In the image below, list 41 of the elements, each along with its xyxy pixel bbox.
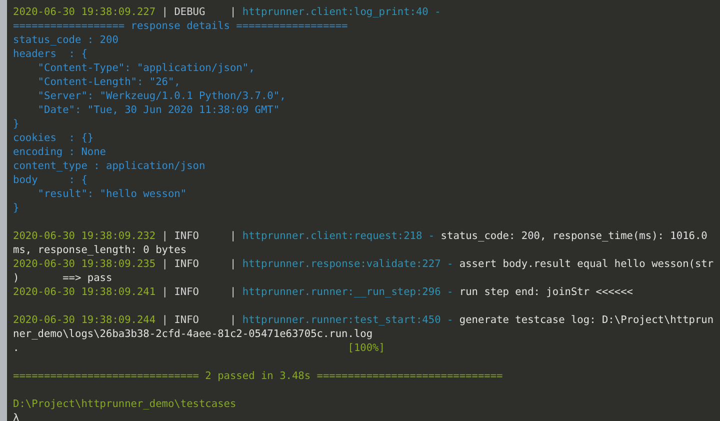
response-detail-line: ================== response details ================== — [13, 20, 348, 32]
response-detail-line: } — [13, 202, 20, 214]
log-message: assert body.result equal hello wesson(str — [459, 258, 714, 270]
output-line: ner_demo\logs\26ba3b38-2cfd-4aee-81c2-05471e63705c.run.log — [13, 328, 373, 340]
response-detail-line: status_code : 200 — [13, 34, 118, 46]
log-source: httprunner.response:validate:227 - — [242, 258, 454, 270]
progress-dot: . — [13, 342, 20, 354]
output-line: ms, response_length: 0 bytes — [13, 244, 187, 256]
log-level: | INFO | — [162, 314, 236, 326]
log-timestamp: 2020-06-30 19:38:09.235 — [13, 258, 156, 270]
response-detail-line: "Server": "Werkzeug/1.0.1 Python/3.7.0", — [36, 90, 286, 102]
log-timestamp: 2020-06-30 19:38:09.232 — [13, 230, 156, 242]
response-detail-line: "Date": "Tue, 30 Jun 2020 11:38:09 GMT" — [36, 104, 280, 116]
response-detail-line: } — [13, 118, 20, 130]
summary-line: D:\Project\httprunner_demo\testcases — [13, 398, 236, 410]
output-line: λ — [13, 412, 20, 421]
log-timestamp: 2020-06-30 19:38:09.227 — [13, 6, 156, 18]
log-message: run step end: joinStr <<<<<< — [459, 286, 633, 298]
summary-line: ============================== 2 passed in 3.48s ============================== — [13, 370, 503, 382]
response-detail-line: headers : { — [13, 48, 88, 60]
log-source: httprunner.runner:__run_step:296 - — [242, 286, 454, 298]
log-level: | INFO | — [162, 230, 236, 242]
log-timestamp: 2020-06-30 19:38:09.241 — [13, 286, 156, 298]
log-level: | INFO | — [162, 258, 236, 270]
output-line: ) ==> pass — [13, 272, 112, 284]
log-source: httprunner.runner:test_start:450 - — [242, 314, 454, 326]
progress-percent: [100%] — [348, 342, 385, 354]
log-message: generate testcase log: D:\Project\httprun — [459, 314, 714, 326]
response-detail-line: body : { — [13, 174, 88, 186]
log-source: httprunner.client:request:218 - — [242, 230, 435, 242]
log-timestamp: 2020-06-30 19:38:09.244 — [13, 314, 156, 326]
response-detail-line: cookies : {} — [13, 132, 94, 144]
response-detail-line: "result": "hello wesson" — [36, 188, 187, 200]
response-detail-line: "Content-Length": "26", — [36, 76, 180, 88]
log-source: httprunner.client:log_print:40 - — [242, 6, 441, 18]
log-level: | DEBUG | — [162, 6, 236, 18]
log-message: status_code: 200, response_time(ms): 1016.0 — [440, 230, 708, 242]
response-detail-line: content_type : application/json — [13, 160, 206, 172]
response-detail-line: "Content-Type": "application/json", — [36, 62, 255, 74]
response-detail-line: encoding : None — [13, 146, 106, 158]
log-level: | INFO | — [162, 286, 236, 298]
